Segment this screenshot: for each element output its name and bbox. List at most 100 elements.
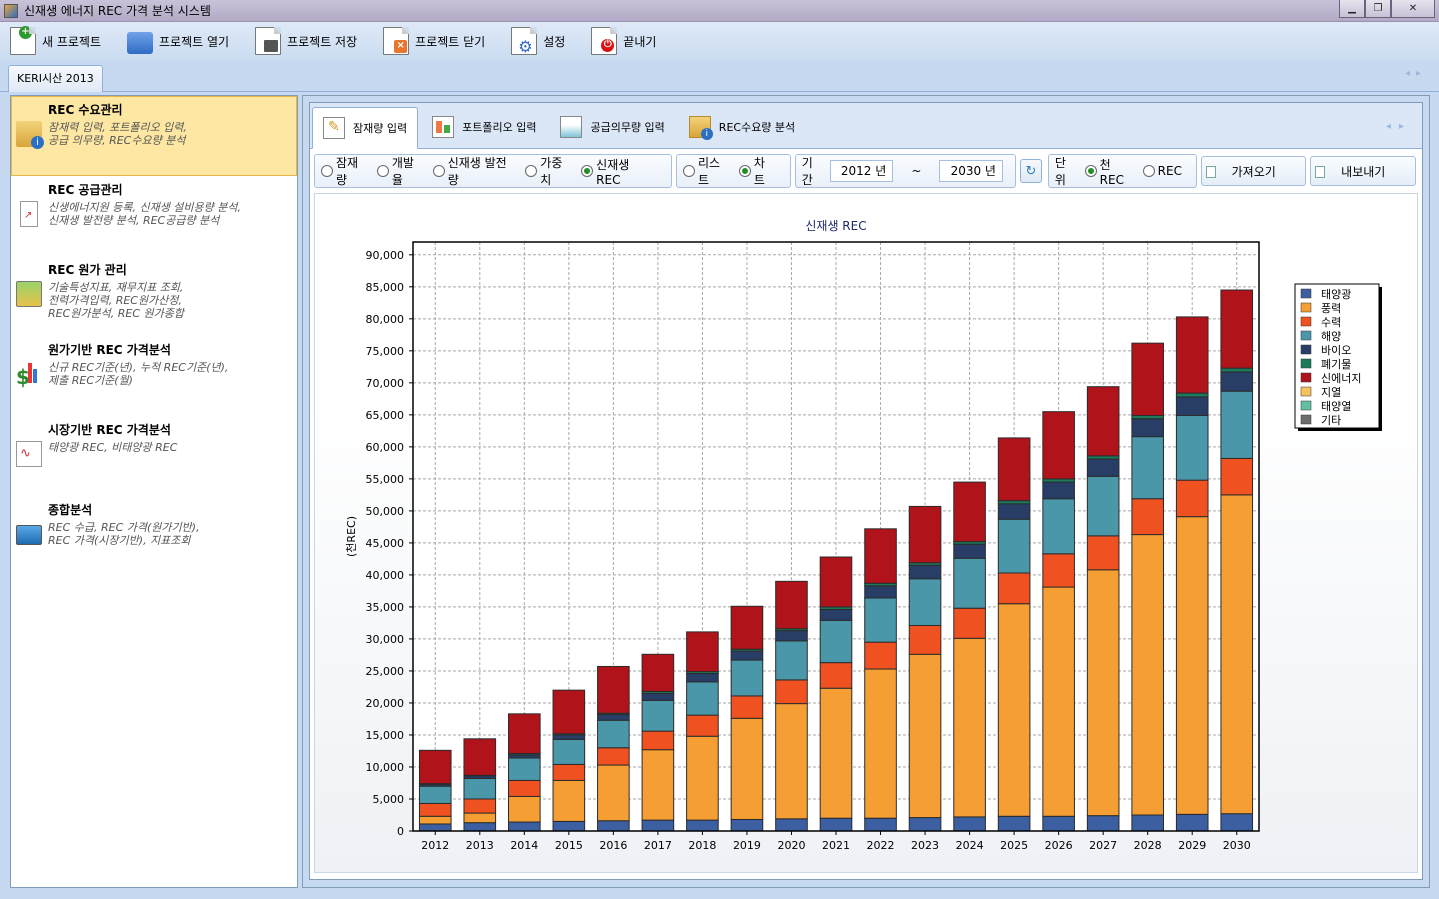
end-year-input[interactable]: 2030 년: [939, 160, 1003, 182]
radio-list[interactable]: 리스트: [683, 154, 731, 188]
line-chart-icon: ∿: [16, 441, 42, 467]
nav-title: REC 원가 관리: [48, 263, 127, 277]
settings-button[interactable]: ⚙ 설정: [511, 27, 565, 56]
legend-label: 폐기물: [1321, 358, 1351, 371]
bar-segment: [730, 659, 764, 697]
exit-button[interactable]: ⏻ 끝내기: [591, 27, 656, 55]
import-label: 가져오기: [1231, 164, 1276, 179]
tab-scroll-arrows[interactable]: ◂▸: [1405, 68, 1427, 79]
tab-obligation-input[interactable]: 공급의무량 입력: [550, 106, 674, 148]
data-mode-group: 잠재량 개발율 신재생 발전량 가중치 신재생 REC: [314, 154, 673, 188]
dollar-chart-icon: $: [16, 361, 42, 389]
x-tick-label: 2022: [867, 839, 895, 852]
radio-icon: [683, 165, 695, 177]
gear-icon: ⚙: [511, 27, 538, 56]
nav-title: REC 공급관리: [48, 183, 123, 197]
main-toolbar: + 새 프로젝트 프로젝트 열기 프로젝트 저장 × 프로젝트 닫기 ⚙ 설정 …: [0, 22, 1439, 60]
bar-segment: [775, 703, 808, 820]
bar-segment: [686, 735, 719, 821]
nav-rec-cost[interactable]: REC 원가 관리 기술특성지표, 재무지표 조회, 전력가격입력, REC원가…: [11, 256, 297, 336]
bar-segment: [1220, 494, 1254, 815]
bar-segment: [997, 437, 1031, 502]
bar-segment: [418, 823, 452, 832]
radio-weight[interactable]: 가중치: [525, 154, 573, 188]
tab-portfolio-input[interactable]: 포트폴리오 입력: [422, 106, 546, 148]
refresh-icon: ↻: [1025, 163, 1037, 179]
radio-label: 개발율: [391, 156, 414, 187]
subtab-scroll-arrows[interactable]: ◂▸: [1386, 121, 1412, 132]
maximize-button[interactable]: ❐: [1365, 0, 1391, 18]
close-button[interactable]: ✕: [1391, 0, 1435, 18]
nav-desc: 기술특성지표, 재무지표 조회, 전력가격입력, REC원가산정, REC원가분…: [48, 281, 184, 320]
nav-rec-supply[interactable]: ↗ REC 공급관리 신생에너지원 등록, 신재생 설비용량 분석, 신재생 발…: [11, 176, 297, 256]
open-project-button[interactable]: 프로젝트 열기: [127, 28, 229, 54]
legend-label: 기타: [1321, 414, 1341, 427]
import-button[interactable]: 가져오기: [1200, 156, 1307, 186]
radio-icon: [525, 165, 538, 177]
nav-market-price-analysis[interactable]: ∿ 시장기반 REC 가격분석 태양광 REC, 비태양광 REC: [11, 416, 297, 496]
tab-rec-demand-analysis[interactable]: i REC수요량 분석: [679, 106, 805, 148]
y-tick-label: 0: [397, 825, 404, 838]
save-project-button[interactable]: 프로젝트 저장: [255, 27, 357, 55]
bar-segment: [1220, 457, 1254, 496]
x-tick-label: 2019: [733, 839, 761, 852]
bar-segment: [864, 528, 897, 584]
legend-label: 해양: [1321, 329, 1341, 343]
bar-segment: [463, 778, 497, 800]
radio-chart[interactable]: 차트: [738, 154, 776, 188]
tab-label: REC수요량 분석: [718, 121, 796, 134]
power-icon: ⏻: [591, 27, 618, 55]
bar-segment: [552, 734, 586, 740]
y-tick-label: 30,000: [366, 633, 405, 646]
new-project-button[interactable]: + 새 프로젝트: [10, 26, 101, 55]
view-mode-group: 리스트 차트: [676, 154, 791, 188]
radio-selected-icon: [581, 165, 594, 177]
radio-thousand-rec[interactable]: 천REC: [1084, 156, 1135, 187]
bar-segment: [908, 578, 942, 626]
bar-segment: [1220, 390, 1254, 459]
radio-renewable-rec[interactable]: 신재생 REC: [581, 156, 657, 187]
document-tab[interactable]: KERI시산 2013: [8, 65, 103, 92]
nav-title: 종합분석: [48, 503, 93, 517]
close-icon: ✕: [1408, 3, 1418, 14]
y-tick-label: 5,000: [373, 793, 405, 806]
close-project-button[interactable]: × 프로젝트 닫기: [383, 27, 485, 55]
bar-segment: [418, 749, 452, 785]
refresh-button[interactable]: ↻: [1019, 159, 1042, 183]
bar-segment: [418, 785, 452, 804]
minimize-button[interactable]: ▁: [1339, 0, 1365, 18]
bar-segment: [1220, 367, 1254, 373]
export-button[interactable]: 내보내기: [1310, 156, 1416, 186]
x-tick-label: 2023: [911, 839, 939, 852]
radio-label: 신재생 발전량: [447, 156, 507, 187]
bar-segment: [908, 564, 942, 580]
app-icon: [4, 3, 18, 18]
new-document-icon: +: [10, 26, 36, 55]
chart-title: 신재생 REC: [805, 219, 866, 233]
y-tick-label: 35,000: [366, 601, 405, 614]
start-year-input[interactable]: 2012 년: [829, 160, 894, 182]
bar-segment: [775, 630, 808, 642]
radio-development-rate[interactable]: 개발율: [376, 154, 425, 188]
radio-generation[interactable]: 신재생 발전량: [432, 154, 518, 188]
report-icon: ↗: [20, 201, 38, 227]
legend-swatch: [1300, 358, 1312, 369]
period-label: 기간: [801, 156, 813, 187]
bar-segment: [953, 481, 986, 543]
bar-segment: [418, 815, 452, 825]
y-tick-label: 85,000: [366, 281, 405, 294]
nav-rec-demand[interactable]: i REC 수요관리 잠재력 입력, 포트폴리오 입력, 공급 의무량, REC…: [11, 96, 297, 176]
nav-overall-analysis[interactable]: 종합분석 REC 수급, REC 가격(원가기반), REC 가격(시장기반),…: [11, 496, 297, 576]
legend-swatch: [1300, 344, 1312, 355]
tab-potential-input[interactable]: ✎ 잠재량 입력: [312, 107, 419, 149]
radio-selected-icon: [1084, 165, 1097, 177]
bar-segment: [775, 580, 808, 630]
nav-cost-price-analysis[interactable]: $ 원가기반 REC 가격분석 신규 REC기준(년), 누적 REC기준(년)…: [11, 336, 297, 416]
radio-potential[interactable]: 잠재량: [321, 154, 369, 188]
y-tick-label: 45,000: [366, 537, 405, 550]
radio-rec[interactable]: REC: [1142, 164, 1182, 178]
radio-icon: [432, 165, 445, 177]
nav-desc: 잠재력 입력, 포트폴리오 입력, 공급 의무량, REC수요량 분석: [48, 121, 187, 147]
folder-info-icon: i: [688, 116, 713, 140]
portfolio-icon: [432, 116, 455, 138]
